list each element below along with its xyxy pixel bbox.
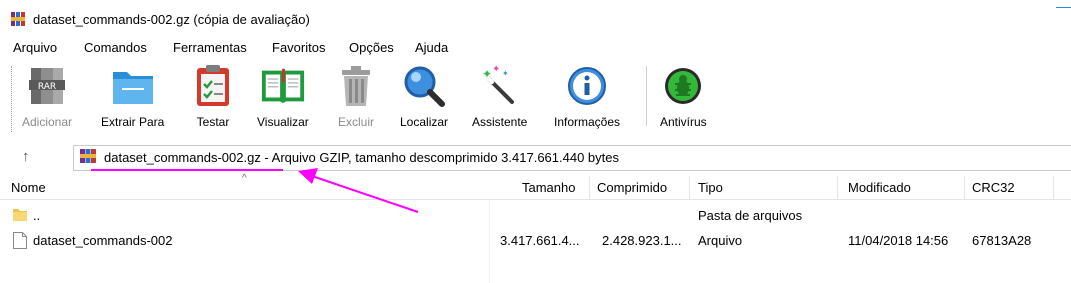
list-item-file[interactable]: dataset_commands-002 3.417.661.4... 2.42… <box>0 231 1071 251</box>
trash-icon <box>333 63 379 109</box>
extract-to-label: Extrair Para <box>101 115 165 129</box>
svg-text:✦: ✦ <box>502 69 509 78</box>
row-packed: 2.428.923.1... <box>602 233 682 248</box>
toolbar-grip[interactable] <box>11 66 13 132</box>
wizard-button[interactable]: ✦ ✦ ✦ Assistente <box>472 63 527 129</box>
annotation-underline <box>91 169 283 171</box>
extract-to-button[interactable]: Extrair Para <box>101 63 164 129</box>
list-item-parent[interactable]: .. Pasta de arquivos <box>0 206 1071 226</box>
winrar-logo-icon <box>11 12 25 26</box>
column-divider[interactable] <box>589 176 590 199</box>
info-button[interactable]: Informações <box>554 63 620 129</box>
row-modified: 11/04/2018 14:56 <box>848 233 949 248</box>
toolbar: RAR Adicionar Extrair Para Testar Visual… <box>0 60 1071 138</box>
svg-text:RAR: RAR <box>38 82 56 92</box>
folder-extract-icon <box>110 63 156 109</box>
column-header-row: Nome ^ Tamanho Comprimido Tipo Modificad… <box>0 173 1071 200</box>
magic-wand-icon: ✦ ✦ ✦ <box>477 63 523 109</box>
menu-ferramentas[interactable]: Ferramentas <box>173 40 247 55</box>
file-icon <box>13 232 27 249</box>
magnifier-icon <box>401 63 447 109</box>
add-button[interactable]: RAR Adicionar <box>22 63 72 129</box>
svg-text:✦: ✦ <box>482 67 492 81</box>
menu-opcoes[interactable]: Opções <box>349 40 394 55</box>
find-button[interactable]: Localizar <box>400 63 448 129</box>
row-type: Arquivo <box>698 233 743 248</box>
delete-label: Excluir <box>337 115 374 129</box>
window-title: dataset_commands-002.gz (cópia de avalia… <box>33 12 310 27</box>
menu-arquivo[interactable]: Arquivo <box>13 40 57 55</box>
archive-add-icon: RAR <box>24 63 70 109</box>
view-label: Visualizar <box>257 115 309 129</box>
row-name: .. <box>33 208 41 223</box>
column-divider[interactable] <box>689 176 690 199</box>
clipboard-test-icon <box>190 63 236 109</box>
delete-button[interactable]: Excluir <box>333 63 379 129</box>
menu-ajuda[interactable]: Ajuda <box>415 40 448 55</box>
antivirus-label: Antivírus <box>660 115 707 129</box>
add-label: Adicionar <box>22 115 73 129</box>
column-modified[interactable]: Modificado <box>848 180 911 195</box>
column-type[interactable]: Tipo <box>698 180 723 195</box>
column-divider[interactable] <box>964 176 965 199</box>
column-packed[interactable]: Comprimido <box>597 180 667 195</box>
row-crc32: 67813A28 <box>972 233 1032 248</box>
up-arrow-icon[interactable]: ↑ <box>22 148 30 165</box>
find-label: Localizar <box>400 115 449 129</box>
title-bar: dataset_commands-002.gz (cópia de avalia… <box>0 0 1071 34</box>
toolbar-separator <box>646 66 647 126</box>
row-type: Pasta de arquivos <box>698 208 803 223</box>
winrar-archive-icon <box>80 149 96 163</box>
antivirus-button[interactable]: Antivírus <box>660 63 707 129</box>
column-size[interactable]: Tamanho <box>522 180 575 195</box>
folder-icon <box>13 209 27 221</box>
svg-text:✦: ✦ <box>492 64 500 75</box>
row-size: 3.417.661.4... <box>500 233 580 248</box>
view-button[interactable]: Visualizar <box>257 63 309 129</box>
menu-comandos[interactable]: Comandos <box>84 40 147 55</box>
column-name[interactable]: Nome <box>11 180 46 195</box>
address-text: dataset_commands-002.gz - Arquivo GZIP, … <box>104 150 619 165</box>
menu-bar: Arquivo Comandos Ferramentas Favoritos O… <box>0 38 1071 58</box>
info-icon <box>564 63 610 109</box>
sort-ascending-icon: ^ <box>242 173 247 184</box>
info-label: Informações <box>554 115 621 129</box>
antivirus-bug-icon <box>660 63 706 109</box>
test-label: Testar <box>196 115 230 129</box>
column-crc32[interactable]: CRC32 <box>972 180 1015 195</box>
column-divider[interactable] <box>1053 176 1054 199</box>
menu-favoritos[interactable]: Favoritos <box>272 40 325 55</box>
row-name: dataset_commands-002 <box>33 233 173 248</box>
column-divider[interactable] <box>837 176 838 199</box>
wizard-label: Assistente <box>472 115 528 129</box>
book-view-icon <box>260 63 306 109</box>
test-button[interactable]: Testar <box>190 63 236 129</box>
window-accent-line <box>1056 7 1071 8</box>
